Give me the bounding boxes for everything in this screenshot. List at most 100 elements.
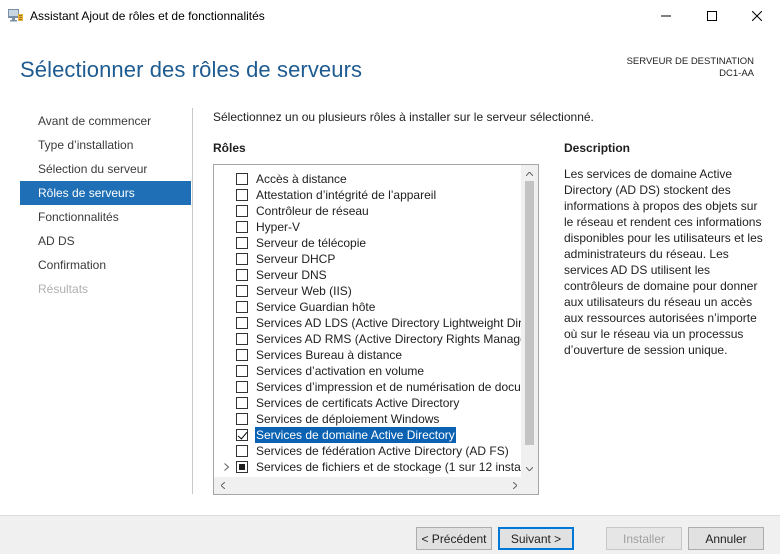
role-list-item[interactable]: Serveur Web (IIS) [214,283,523,299]
role-label: Services d’activation en volume [256,364,425,378]
role-label: Services Bureau à distance [256,348,403,362]
chevron-left-icon [220,482,225,489]
role-label: Serveur DNS [256,268,327,282]
vertical-scrollbar[interactable] [521,165,538,477]
cancel-button[interactable]: Annuler [688,527,764,550]
chevron-down-icon [526,466,533,471]
window-title: Assistant Ajout de rôles et de fonctionn… [30,9,265,23]
next-button[interactable]: Suivant > [498,527,574,550]
role-label: Accès à distance [256,172,347,186]
nav-step-confirmation[interactable]: Confirmation [20,253,191,277]
nav-step-resultats: Résultats [38,282,89,296]
role-checkbox[interactable] [236,445,248,457]
role-checkbox[interactable] [236,381,248,393]
destination-server-info: SERVEUR DE DESTINATION DC1-AA [627,56,754,80]
role-checkbox[interactable] [236,349,248,361]
chevron-up-icon [526,171,533,176]
role-label: Hyper-V [256,220,301,234]
maximize-button[interactable] [689,0,735,31]
role-list-item[interactable]: Services de fédération Active Directory … [214,443,523,459]
role-list-item[interactable]: Services d’impression et de numérisation… [214,379,525,395]
role-list-item[interactable]: Services AD RMS (Active Directory Rights… [214,331,531,347]
role-checkbox[interactable] [236,397,248,409]
role-list-item[interactable]: Serveur de télécopie [214,235,523,251]
nav-step-ad-ds[interactable]: AD DS [20,229,191,253]
previous-button[interactable]: < Précédent [416,527,492,550]
role-checkbox[interactable] [236,285,248,297]
role-checkbox[interactable] [236,317,248,329]
role-list-item[interactable]: Services de fichiers et de stockage (1 s… [214,459,533,475]
role-label: Services de fédération Active Directory … [256,444,509,458]
role-label: Services de fichiers et de stockage (1 s… [256,460,533,474]
install-button: Installer [606,527,682,550]
role-checkbox[interactable] [236,333,248,345]
role-list-item[interactable]: Services AD LDS (Active Directory Lightw… [214,315,529,331]
role-list-item[interactable]: Accès à distance [214,171,523,187]
role-list-item[interactable]: Service Guardian hôte [214,299,523,315]
nav-step-type-installation[interactable]: Type d’installation [20,133,191,157]
horizontal-scrollbar[interactable] [214,477,523,494]
scroll-left-button[interactable] [214,477,231,494]
close-icon [752,10,762,21]
role-checkbox[interactable] [236,237,248,249]
role-label: Serveur Web (IIS) [256,284,352,298]
scroll-down-button[interactable] [521,460,538,477]
role-label: Services AD LDS (Active Directory Lightw… [256,316,529,330]
role-checkbox[interactable] [236,269,248,281]
role-checkbox[interactable] [236,189,248,201]
role-label: Service Guardian hôte [256,300,376,314]
role-checkbox[interactable] [236,413,248,425]
roles-list[interactable]: Accès à distance Attestation d’intégrité … [213,164,539,495]
description-heading: Description [564,141,631,155]
nav-divider [192,108,193,494]
wizard-footer: < Précédent Suivant > Installer Annuler [0,515,780,554]
role-label: Attestation d’intégrité de l’appareil [256,188,437,202]
role-label: Contrôleur de réseau [256,204,369,218]
nav-step-avant-de-commencer[interactable]: Avant de commencer [20,109,191,133]
description-text: Les services de domaine Active Directory… [564,167,763,357]
vertical-scroll-thumb[interactable] [525,181,534,445]
role-label: Serveur DHCP [256,252,336,266]
destination-label: SERVEUR DE DESTINATION [626,56,754,67]
role-list-item[interactable]: Attestation d’intégrité de l’appareil [214,187,523,203]
chevron-right-icon [512,482,517,489]
role-checkbox[interactable] [236,301,248,313]
wizard-step-nav: Avant de commencer Type d’installation S… [20,109,191,301]
minimize-icon [661,15,671,16]
role-checkbox[interactable] [236,429,248,441]
role-label: Services de déploiement Windows [256,412,440,426]
role-label: Services AD RMS (Active Directory Rights… [256,332,531,346]
role-checkbox[interactable] [236,461,248,473]
role-label: Services de certificats Active Directory [256,396,460,410]
nav-step-fonctionnalites[interactable]: Fonctionnalités [20,205,191,229]
role-list-item[interactable]: Services de certificats Active Directory [214,395,523,411]
role-list-item[interactable]: Serveur DNS [214,267,523,283]
minimize-button[interactable] [643,0,689,31]
role-label: Services d’impression et de numérisation… [256,380,525,394]
nav-step-selection-serveur[interactable]: Sélection du serveur [20,157,191,181]
role-list-item[interactable]: Serveur DHCP [214,251,523,267]
role-list-item[interactable]: Hyper-V [214,219,523,235]
scrollbar-corner [521,477,538,494]
role-list-item[interactable]: Services d’activation en volume [214,363,523,379]
roles-list-items: Accès à distance Attestation d’intégrité … [214,171,533,475]
nav-step-roles-serveurs[interactable]: Rôles de serveurs [20,181,191,205]
role-checkbox[interactable] [236,365,248,377]
role-list-item[interactable]: Services de domaine Active Directory [214,427,523,443]
expand-arrow-icon[interactable] [222,459,232,475]
role-list-item[interactable]: Services Bureau à distance [214,347,523,363]
role-list-item[interactable]: Contrôleur de réseau [214,203,523,219]
role-checkbox[interactable] [236,253,248,265]
close-button[interactable] [734,0,780,31]
role-checkbox[interactable] [236,173,248,185]
role-checkbox[interactable] [236,205,248,217]
instruction-text: Sélectionnez un ou plusieurs rôles à ins… [213,110,594,124]
scroll-up-button[interactable] [521,165,538,182]
page-title: Sélectionner des rôles de serveurs [20,57,363,82]
role-checkbox[interactable] [236,221,248,233]
role-list-item[interactable]: Services de déploiement Windows [214,411,523,427]
roles-heading: Rôles [213,141,246,155]
wizard-header: Sélectionner des rôles de serveurs SERVE… [0,31,780,102]
wizard-app-icon [8,8,24,22]
role-label: Serveur de télécopie [256,236,367,250]
